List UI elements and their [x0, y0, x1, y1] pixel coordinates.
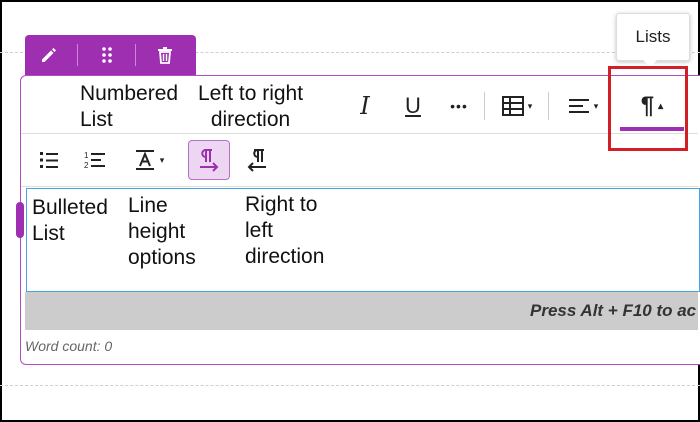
rtl-direction-button[interactable]: [242, 146, 272, 174]
delete-button[interactable]: [141, 35, 188, 75]
italic-icon: I: [360, 92, 370, 120]
tooltip: Lists: [616, 13, 690, 61]
numbered-list-icon: 1 2: [84, 151, 105, 170]
ltr-direction-icon-wrap: [194, 146, 224, 174]
drag-button[interactable]: [83, 35, 130, 75]
more-options-button[interactable]: •••: [444, 92, 474, 120]
align-button[interactable]: ▾: [560, 92, 606, 120]
line-height-button[interactable]: ▾: [126, 146, 172, 174]
toolbar-row-2: [21, 134, 698, 187]
caret-down-icon: ▾: [593, 100, 599, 111]
left-to-right-icon: [200, 149, 219, 172]
keyboard-hint: Press Alt + F10 to ac: [530, 301, 697, 320]
table-icon: [501, 96, 524, 116]
toolbar-separator: [484, 92, 485, 120]
tooltip-text: Lists: [635, 27, 671, 46]
annotation-right-to-left: Right to left direction: [245, 192, 325, 270]
line-height-icon: [135, 150, 154, 170]
trash-icon: [157, 47, 172, 64]
status-bar: Press Alt + F10 to ac: [25, 292, 698, 330]
toolbar-separator: [548, 92, 549, 120]
toolbar-separator: [77, 44, 78, 66]
ellipsis-icon: •••: [450, 98, 468, 114]
drag-handle-icon: [101, 47, 112, 63]
italic-button[interactable]: I: [352, 92, 378, 120]
right-to-left-icon: [247, 149, 266, 172]
annotation-numbered-list: Numbered List: [80, 81, 179, 133]
word-count: Word count: 0: [25, 338, 113, 354]
block-toolbar: [25, 35, 196, 75]
bulleted-list-icon: [40, 152, 58, 168]
block-drag-handle[interactable]: [16, 202, 24, 238]
align-left-icon: [568, 99, 589, 113]
table-button[interactable]: ▾: [494, 92, 540, 120]
numbered-list-button[interactable]: 1 2: [80, 146, 110, 174]
caret-down-icon: ▾: [527, 100, 533, 111]
annotation-bulleted-list: Bulleted List: [32, 195, 108, 247]
pencil-icon: [41, 48, 56, 62]
underline-button[interactable]: U: [400, 92, 426, 120]
edit-button[interactable]: [25, 35, 72, 75]
annotation-left-to-right: Left to right direction: [198, 81, 304, 133]
toolbar-separator: [135, 44, 136, 66]
caret-down-icon: ▾: [159, 154, 165, 165]
annotation-line-height: Line height options: [128, 193, 196, 271]
underline-icon: U: [405, 93, 421, 118]
svg-text:1: 1: [84, 151, 89, 160]
bulleted-list-button[interactable]: [36, 146, 62, 174]
svg-text:2: 2: [84, 161, 89, 170]
divider-bottom: [0, 385, 700, 386]
